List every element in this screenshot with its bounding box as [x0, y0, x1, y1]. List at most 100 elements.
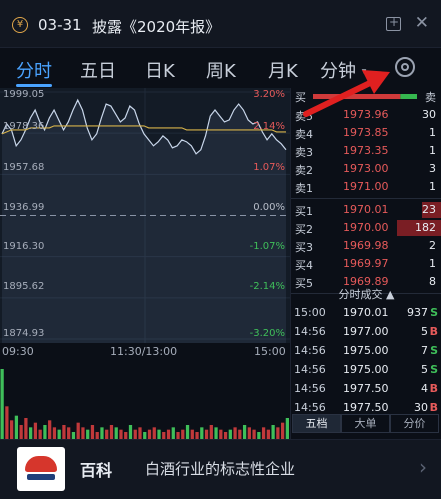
ask-price: 1971.00: [343, 180, 389, 193]
trade-price: 1977.00: [343, 325, 389, 338]
bid-row[interactable]: 买1 1970.01 23: [291, 201, 441, 219]
bid-qty: 182: [415, 221, 436, 234]
trade-price: 1977.50: [343, 401, 389, 414]
ask-row[interactable]: 卖5 1973.96 30: [291, 106, 441, 124]
volume-bar: [190, 429, 194, 439]
settings-icon[interactable]: [395, 57, 415, 77]
trade-volume: 4: [421, 382, 428, 395]
logo-cap-shape: [25, 456, 57, 472]
ask-row[interactable]: 卖3 1973.35 1: [291, 142, 441, 160]
volume-bar: [81, 427, 85, 439]
subtab-price-distribution[interactable]: 分价: [390, 414, 439, 433]
volume-bar: [114, 427, 118, 439]
price-tick-label: 1874.93: [3, 328, 45, 339]
volume-bar: [252, 429, 256, 439]
tab-intraday[interactable]: 分时: [16, 57, 52, 83]
price-tick-label: 1978.36: [3, 121, 45, 132]
bid-price: 1970.01: [343, 203, 389, 216]
bid-row[interactable]: 买2 1970.00 182: [291, 219, 441, 237]
volume-bar: [128, 425, 133, 439]
tab-minute-label: 分钟: [320, 61, 356, 82]
volume-bar: [285, 418, 289, 439]
ask-level: 卖1: [295, 182, 313, 195]
bid-price: 1970.00: [343, 221, 389, 234]
trade-side: B: [429, 382, 438, 395]
trade-price: 1975.00: [343, 363, 389, 376]
chevron-right-icon[interactable]: ›: [419, 455, 427, 479]
trade-side: S: [430, 344, 438, 357]
pct-tick-label: 3.20%: [253, 89, 285, 100]
trade-volume: 937: [407, 306, 428, 319]
company-wiki-banner[interactable]: 百科 白酒行业的标志性企业 ›: [0, 439, 441, 499]
volume-bar: [67, 427, 71, 439]
time-tick-label: 11:30/13:00: [110, 345, 178, 358]
bid-qty: 2: [429, 239, 436, 252]
subtab-five-levels[interactable]: 五档: [292, 414, 341, 433]
tab-weekly-k[interactable]: 周K: [206, 57, 236, 83]
announcement-bar[interactable]: ¥ 03-31 披露《2020年报》 ✕: [0, 0, 441, 48]
volume-bar: [29, 427, 33, 439]
price-tick-label: 1957.68: [3, 162, 45, 173]
buy-label: 买: [295, 91, 306, 104]
order-book-subtabs: 五档 大单 分价: [292, 414, 439, 433]
tab-daily-k[interactable]: 日K: [145, 57, 175, 83]
ratio-buy-segment: [313, 94, 401, 99]
trade-side: S: [430, 306, 438, 319]
trade-side: B: [429, 325, 438, 338]
volume-bar: [133, 429, 137, 439]
ask-level: 卖2: [295, 164, 313, 177]
volume-chart-plot: [0, 369, 289, 439]
tab-five-day[interactable]: 五日: [80, 57, 116, 83]
ask-level: 卖4: [295, 128, 313, 141]
yen-icon: ¥: [12, 17, 28, 33]
trade-volume: 7: [421, 344, 428, 357]
volume-bar: [152, 427, 156, 439]
volume-bar: [209, 425, 213, 439]
company-logo: [17, 447, 65, 491]
volume-bar: [90, 425, 95, 439]
ask-row[interactable]: 卖4 1973.85 1: [291, 124, 441, 142]
volume-bar: [38, 429, 42, 439]
volume-bar: [147, 429, 152, 439]
tab-minute[interactable]: 分钟 ▾: [320, 57, 366, 83]
volume-bar: [33, 422, 38, 439]
announcement-title[interactable]: 披露《2020年报》: [92, 16, 220, 37]
volume-bar: [0, 369, 4, 439]
bid-row[interactable]: 买4 1969.97 1: [291, 255, 441, 273]
close-icon[interactable]: ✕: [415, 13, 429, 33]
volume-bar: [43, 425, 47, 439]
volume-bar: [204, 429, 209, 439]
volume-bar: [76, 422, 80, 439]
trade-price: 1977.50: [343, 382, 389, 395]
trade-volume: 30: [414, 401, 428, 414]
share-icon[interactable]: [386, 15, 401, 31]
volume-bar: [124, 432, 128, 439]
ask-price: 1973.00: [343, 162, 389, 175]
volume-bar: [48, 420, 52, 439]
order-book-divider: [291, 198, 441, 199]
volume-chart[interactable]: [0, 361, 290, 439]
subtab-large-orders[interactable]: 大单: [341, 414, 390, 433]
pct-tick-label: 1.07%: [253, 162, 285, 173]
pct-tick-label: 2.14%: [253, 121, 285, 132]
tab-monthly-k[interactable]: 月K: [268, 57, 298, 83]
trade-time: 14:56: [294, 325, 326, 338]
ask-level: 卖3: [295, 146, 313, 159]
trade-row: 15:00 1970.01 937 S: [291, 304, 441, 322]
volume-bar: [181, 429, 185, 439]
logo-bar-shape: [27, 474, 55, 480]
ask-qty: 1: [429, 180, 436, 193]
time-axis: 09:30 11:30/13:00 15:00: [0, 343, 290, 361]
bid-row[interactable]: 买3 1969.98 2: [291, 237, 441, 255]
volume-bar: [162, 432, 166, 439]
bid-level: 买1: [295, 205, 313, 218]
pct-tick-label: -2.14%: [249, 281, 285, 292]
ask-row[interactable]: 卖2 1973.00 3: [291, 160, 441, 178]
trades-title[interactable]: 分时成交 ▲: [291, 286, 441, 304]
ask-row[interactable]: 卖1 1971.00 1: [291, 178, 441, 196]
ask-level: 卖5: [295, 110, 313, 123]
intraday-chart[interactable]: 1999.05 1978.36 1957.68 1936.99 1916.30 …: [0, 88, 290, 343]
trade-time: 14:56: [294, 401, 326, 414]
bid-price: 1969.98: [343, 239, 389, 252]
volume-bar: [214, 427, 218, 439]
